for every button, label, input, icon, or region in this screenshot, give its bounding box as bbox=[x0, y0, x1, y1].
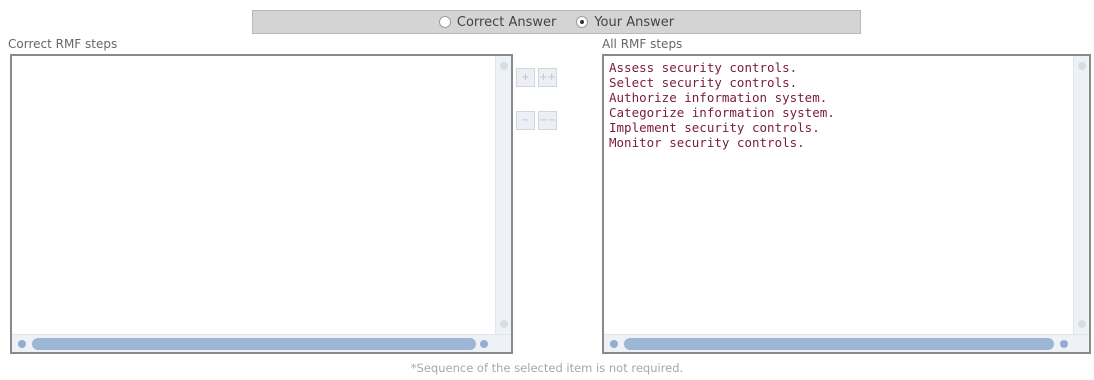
left-panel-label: Correct RMF steps bbox=[8, 37, 118, 51]
your-answer-label: Your Answer bbox=[594, 14, 675, 30]
right-vertical-scrollbar[interactable] bbox=[1073, 56, 1089, 334]
footnote: *Sequence of the selected item is not re… bbox=[410, 361, 684, 375]
scroll-up-icon[interactable] bbox=[500, 62, 508, 70]
list-item[interactable]: Select security controls. bbox=[609, 75, 1084, 90]
move-item-button[interactable]: + bbox=[516, 68, 535, 87]
all-steps-list: Assess security controls. Select security… bbox=[604, 56, 1089, 154]
list-item[interactable]: Assess security controls. bbox=[609, 60, 1084, 75]
list-item[interactable]: Monitor security controls. bbox=[609, 135, 1084, 150]
list-item[interactable]: Implement security controls. bbox=[609, 120, 1084, 135]
right-hscroll-thumb[interactable] bbox=[624, 338, 1054, 350]
correct-answer-radio[interactable] bbox=[438, 16, 451, 28]
your-answer-option[interactable]: Your Answer bbox=[576, 15, 674, 30]
scroll-right-icon[interactable] bbox=[480, 340, 488, 348]
left-horizontal-scrollbar[interactable] bbox=[12, 334, 511, 352]
correct-answer-label: Correct Answer bbox=[456, 14, 557, 30]
correct-steps-listbox[interactable] bbox=[10, 54, 513, 354]
remove-all-items-button[interactable]: −− bbox=[538, 111, 557, 130]
scroll-left-icon[interactable] bbox=[610, 340, 618, 348]
your-answer-radio[interactable] bbox=[576, 16, 589, 28]
scroll-down-icon[interactable] bbox=[500, 320, 508, 328]
correct-answer-option[interactable]: Correct Answer bbox=[438, 14, 557, 30]
all-steps-listbox[interactable]: Assess security controls. Select security… bbox=[602, 54, 1091, 354]
list-item[interactable]: Categorize information system. bbox=[609, 105, 1084, 120]
move-all-items-button[interactable]: ++ bbox=[538, 68, 557, 87]
scroll-right-icon[interactable] bbox=[1060, 340, 1068, 348]
scroll-left-icon[interactable] bbox=[18, 340, 26, 348]
right-panel-label: All RMF steps bbox=[602, 37, 683, 51]
scroll-up-icon[interactable] bbox=[1078, 62, 1086, 70]
left-vertical-scrollbar[interactable] bbox=[495, 56, 511, 334]
list-item[interactable]: Authorize information system. bbox=[609, 90, 1084, 105]
remove-item-button[interactable]: − bbox=[516, 111, 535, 130]
rmf-drag-drop-question: Correct Answer Your Answer Correct RMF s… bbox=[0, 0, 1094, 380]
answer-toggle-bar: Correct Answer Your Answer bbox=[252, 10, 861, 34]
left-hscroll-thumb[interactable] bbox=[32, 338, 476, 350]
correct-steps-list bbox=[12, 56, 511, 64]
right-horizontal-scrollbar[interactable] bbox=[604, 334, 1089, 352]
scroll-down-icon[interactable] bbox=[1078, 320, 1086, 328]
